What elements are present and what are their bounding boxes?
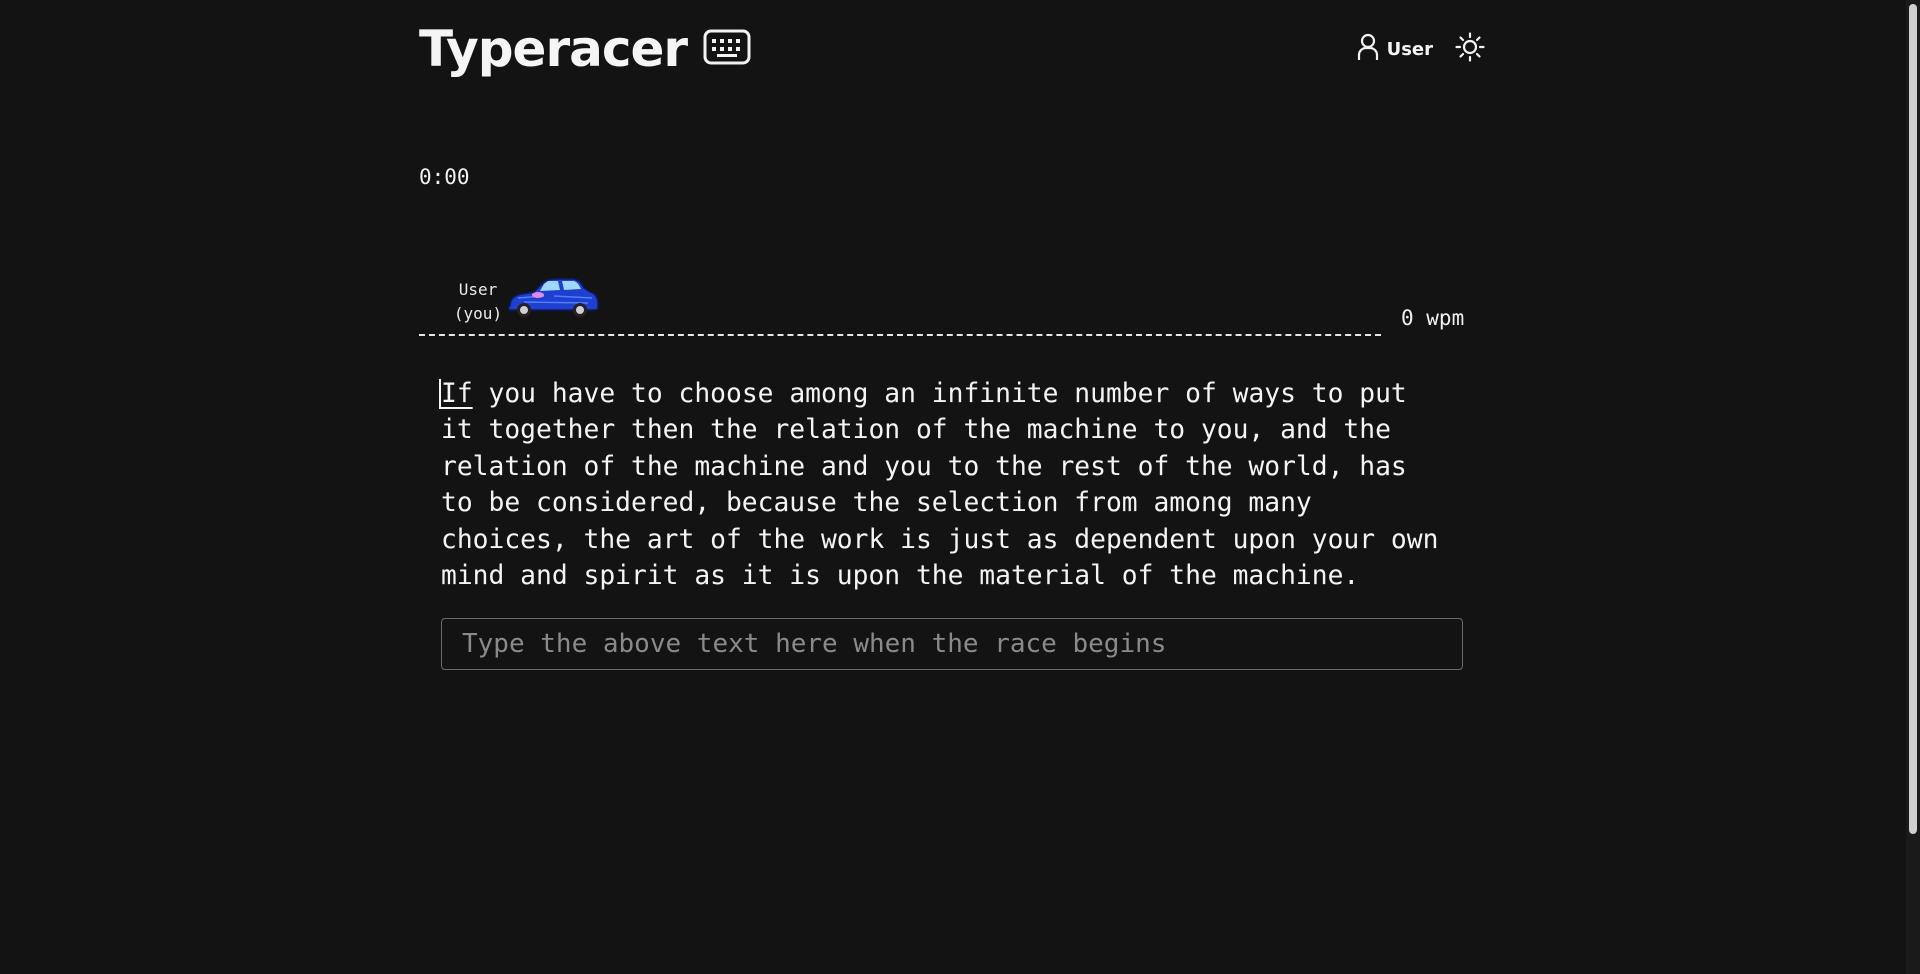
car-icon <box>504 276 600 324</box>
typeracer-page: Typeracer User 0:00 User (you) 0 wpm If … <box>0 0 1920 974</box>
current-word: If <box>439 379 473 409</box>
theme-toggle-button[interactable] <box>1455 32 1485 66</box>
racer-label: User (you) <box>443 278 513 326</box>
scrollbar-thumb[interactable] <box>1909 4 1917 834</box>
page-scrollbar[interactable] <box>1906 0 1920 974</box>
track-line <box>419 334 1381 336</box>
header: Typeracer User <box>419 18 1485 80</box>
race-track: User (you) 0 wpm <box>419 270 1469 344</box>
sun-icon <box>1455 32 1485 66</box>
race-timer: 0:00 <box>419 165 470 189</box>
typing-input[interactable] <box>441 618 1463 670</box>
user-icon <box>1357 33 1379 65</box>
racer-name: User <box>458 280 498 299</box>
race-passage: If you have to choose among an infinite … <box>439 376 1455 594</box>
app-title: Typeracer <box>419 20 688 78</box>
brand[interactable]: Typeracer <box>419 18 751 80</box>
header-actions: User <box>1357 32 1485 66</box>
remaining-text: you have to choose among an infinite num… <box>441 379 1455 592</box>
user-name-label: User <box>1386 38 1433 60</box>
wpm-readout: 0 wpm <box>1401 306 1465 330</box>
keyboard-icon <box>703 29 751 69</box>
user-menu-button[interactable]: User <box>1357 33 1433 65</box>
racer-tag: (you) <box>453 304 503 323</box>
